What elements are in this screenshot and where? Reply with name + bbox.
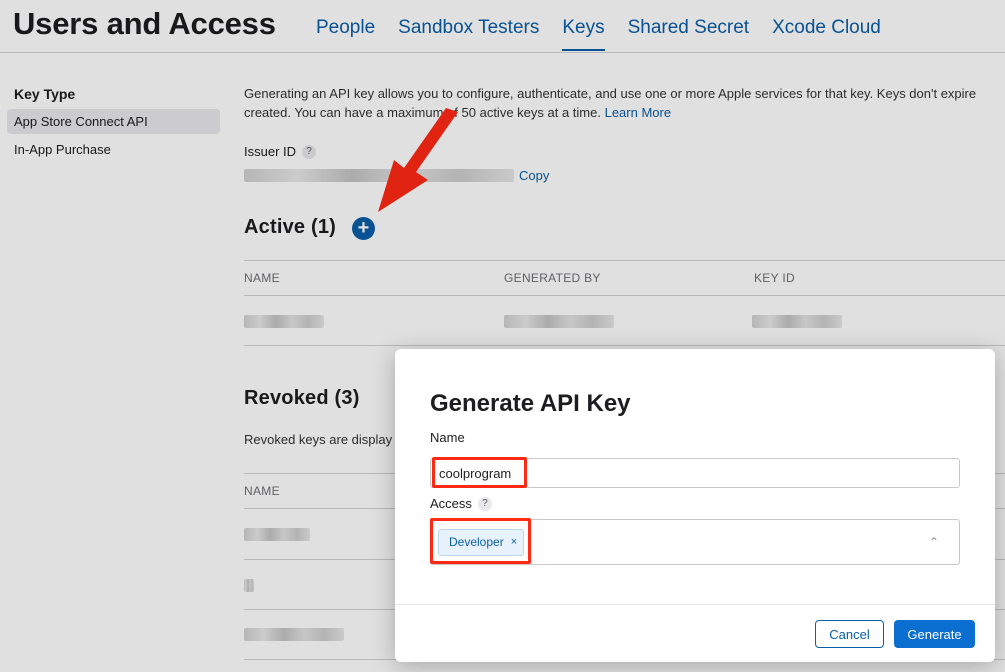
name-label: Name: [430, 430, 465, 445]
generate-button[interactable]: Generate: [894, 620, 975, 648]
name-field[interactable]: [430, 458, 960, 488]
close-icon[interactable]: ×: [511, 530, 517, 555]
question-icon[interactable]: ?: [477, 496, 492, 511]
access-select[interactable]: Developer × ⌃: [430, 519, 960, 565]
access-token-label: Developer: [449, 535, 504, 549]
chevron-up-icon[interactable]: ⌃: [929, 535, 939, 549]
access-label: Access ?: [430, 496, 492, 511]
access-token-developer: Developer ×: [438, 529, 525, 556]
dialog-footer-divider: [395, 604, 995, 605]
dialog-title: Generate API Key: [430, 390, 631, 417]
access-label-text: Access: [430, 496, 472, 511]
cancel-button[interactable]: Cancel: [815, 620, 884, 648]
generate-api-key-dialog: Generate API Key Name Access ? Developer…: [395, 349, 995, 662]
